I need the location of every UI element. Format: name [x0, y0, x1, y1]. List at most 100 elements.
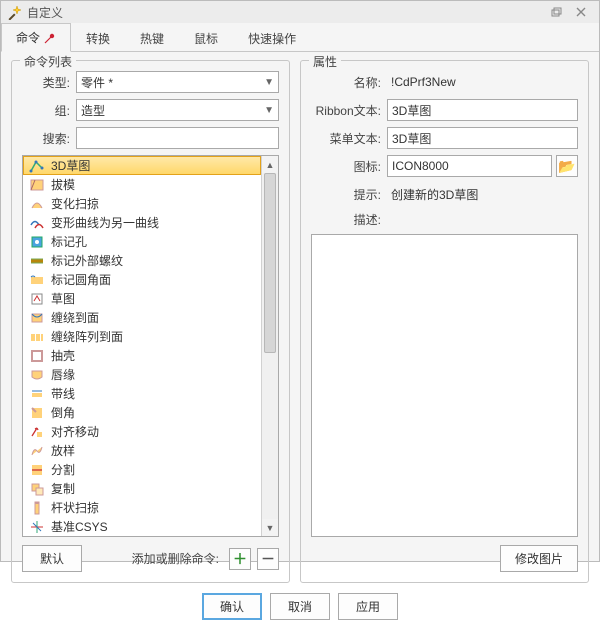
list-item-label: 杆状扫掠 — [51, 499, 99, 516]
command-icon — [29, 405, 45, 421]
list-item[interactable]: 标记外部螺纹 — [23, 251, 261, 270]
type-combo-value: 零件 * — [81, 74, 113, 91]
name-label: 名称: — [311, 74, 387, 91]
list-item-label: 草图 — [51, 290, 75, 307]
command-icon — [29, 519, 45, 535]
ribbon-text-input[interactable] — [387, 99, 578, 121]
tab-transform[interactable]: 转换 — [71, 24, 125, 52]
list-item-label: 唇缘 — [51, 366, 75, 383]
tab-label: 鼠标 — [194, 30, 218, 47]
command-icon — [29, 443, 45, 459]
command-icon — [29, 462, 45, 478]
list-item[interactable]: 复制 — [23, 479, 261, 498]
list-item-label: 带线 — [51, 385, 75, 402]
add-remove-label: 添加或删除命令: — [88, 550, 223, 567]
titlebar: 自定义 — [1, 1, 599, 23]
list-item[interactable]: 缠绕到面 — [23, 308, 261, 327]
command-icon — [29, 481, 45, 497]
browse-icon-button[interactable]: 📂 — [556, 155, 578, 177]
list-item[interactable]: 3D草图 — [23, 156, 261, 175]
command-icon — [29, 272, 45, 288]
scroll-up-button[interactable]: ▲ — [262, 156, 278, 173]
scrollbar-vertical[interactable]: ▲ ▼ — [261, 156, 278, 536]
chevron-down-icon: ▼ — [264, 77, 274, 88]
list-item-label: 基准CSYS — [51, 518, 108, 535]
desc-label: 描述: — [311, 211, 387, 228]
tab-mouse[interactable]: 鼠标 — [179, 24, 233, 52]
command-icon — [29, 158, 45, 174]
list-item[interactable]: 对齐移动 — [23, 422, 261, 441]
command-icon — [29, 367, 45, 383]
command-icon — [29, 500, 45, 516]
list-item[interactable]: 分割 — [23, 460, 261, 479]
tab-label: 快速操作 — [248, 30, 296, 47]
group-combo[interactable]: 造型 ▼ — [76, 99, 279, 121]
command-icon — [29, 424, 45, 440]
add-command-button[interactable]: ＋ — [229, 548, 251, 570]
icon-input[interactable] — [387, 155, 552, 177]
list-item[interactable]: 基准CSYS — [23, 517, 261, 536]
list-item[interactable]: 杆状扫掠 — [23, 498, 261, 517]
list-item[interactable]: 抽壳 — [23, 346, 261, 365]
default-button[interactable]: 默认 — [22, 545, 82, 572]
tab-commands[interactable]: 命令 — [1, 23, 71, 52]
tab-bar: 命令 转换 热键 鼠标 快速操作 — [1, 23, 599, 52]
close-button[interactable] — [569, 3, 593, 21]
type-combo[interactable]: 零件 * ▼ — [76, 71, 279, 93]
list-item-label: 标记孔 — [51, 233, 87, 250]
tab-label: 命令 — [16, 29, 40, 46]
dialog-title: 自定义 — [27, 4, 545, 21]
description-textarea[interactable] — [311, 234, 578, 537]
ribbon-label: Ribbon文本: — [311, 102, 387, 119]
apply-button[interactable]: 应用 — [338, 593, 398, 620]
name-value: !CdPrf3New — [387, 71, 578, 93]
list-item[interactable]: 倒角 — [23, 403, 261, 422]
command-icon — [29, 234, 45, 250]
list-item[interactable]: 变化扫掠 — [23, 194, 261, 213]
list-item-label: 变化扫掠 — [51, 195, 99, 212]
list-item[interactable]: 草图 — [23, 289, 261, 308]
search-label: 搜索: — [22, 130, 76, 147]
command-icon — [29, 177, 45, 193]
list-item[interactable]: 拔模 — [23, 175, 261, 194]
list-item-label: 变形曲线为另一曲线 — [51, 214, 159, 231]
list-item-label: 倒角 — [51, 404, 75, 421]
command-icon — [29, 386, 45, 402]
change-picture-button[interactable]: 修改图片 — [500, 545, 578, 572]
list-item[interactable]: 标记圆角面 — [23, 270, 261, 289]
scroll-down-button[interactable]: ▼ — [262, 519, 278, 536]
menu-text-input[interactable] — [387, 127, 578, 149]
list-item[interactable]: 缠绕阵列到面 — [23, 327, 261, 346]
group-label: 组: — [22, 102, 76, 119]
list-item-label: 分割 — [51, 461, 75, 478]
type-label: 类型: — [22, 74, 76, 91]
command-listbox[interactable]: 3D草图拔模变化扫掠变形曲线为另一曲线标记孔标记外部螺纹标记圆角面草图缠绕到面缠… — [22, 155, 279, 537]
search-input[interactable] — [76, 127, 279, 149]
command-icon — [29, 291, 45, 307]
list-item-label: 缠绕阵列到面 — [51, 328, 123, 345]
list-item-label: 缠绕到面 — [51, 309, 99, 326]
list-item[interactable]: 变形曲线为另一曲线 — [23, 213, 261, 232]
list-item-label: 复制 — [51, 480, 75, 497]
customize-dialog: 自定义 命令 转换 热键 鼠标 快速操作 命令列表 类型: — [0, 0, 600, 562]
list-item[interactable]: 标记孔 — [23, 232, 261, 251]
remove-command-button[interactable]: － — [257, 548, 279, 570]
list-item-label: 标记圆角面 — [51, 271, 111, 288]
scroll-thumb[interactable] — [264, 173, 276, 353]
restore-button[interactable] — [545, 3, 569, 21]
list-item[interactable]: 放样 — [23, 441, 261, 460]
group-legend: 命令列表 — [20, 53, 76, 70]
command-icon — [29, 310, 45, 326]
ok-button[interactable]: 确认 — [202, 593, 262, 620]
tab-label: 热键 — [140, 30, 164, 47]
list-item[interactable]: 唇缘 — [23, 365, 261, 384]
cancel-button[interactable]: 取消 — [270, 593, 330, 620]
tab-quickops[interactable]: 快速操作 — [233, 24, 311, 52]
hint-value: 创建新的3D草图 — [387, 183, 578, 205]
properties-group: 属性 名称: !CdPrf3New Ribbon文本: 菜单文本: 图标: — [300, 60, 589, 583]
tab-hotkeys[interactable]: 热键 — [125, 24, 179, 52]
list-item[interactable]: 带线 — [23, 384, 261, 403]
list-item-label: 标记外部螺纹 — [51, 252, 123, 269]
scroll-track[interactable] — [262, 173, 278, 519]
tab-label: 转换 — [86, 30, 110, 47]
